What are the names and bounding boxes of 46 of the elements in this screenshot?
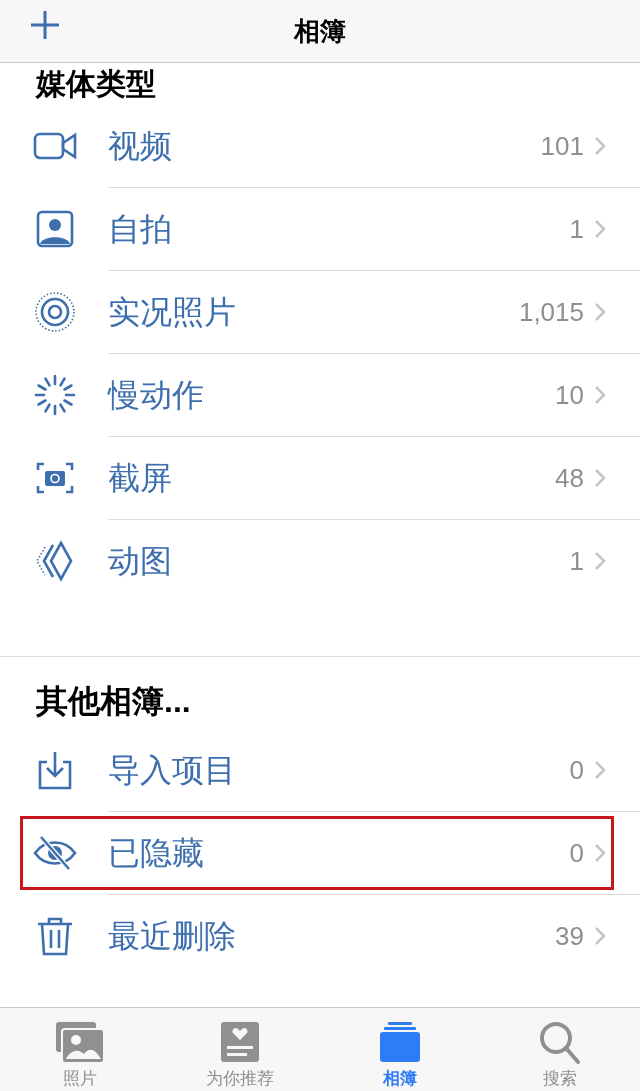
tab[interactable]: 为你推荐 [160,1008,320,1091]
tab[interactable]: 照片 [0,1008,160,1091]
album-row[interactable]: 最近删除 39 [32,895,640,977]
album-count: 0 [569,836,584,870]
album-label: 视频 [108,127,173,166]
chevron-icon [594,302,606,322]
album-count: 48 [555,461,584,495]
chevron-icon [594,468,606,488]
album-row[interactable]: 视频 101 [32,105,640,187]
chevron-icon [594,926,606,946]
album-row[interactable]: 自拍 1 [32,188,640,270]
album-row[interactable]: 截屏 48 [32,437,640,519]
album-label: 截屏 [108,459,173,498]
tab[interactable]: 搜索 [480,1008,640,1091]
section-header: 媒体类型 [36,67,156,101]
album-count: 101 [540,129,584,163]
chevron-icon [594,843,606,863]
chevron-icon [594,385,606,405]
album-label: 实况照片 [108,293,237,332]
album-row[interactable]: 已隐藏 0 [32,812,640,894]
album-label: 自拍 [108,210,173,249]
album-label: 动图 [108,542,173,581]
album-label: 已隐藏 [108,834,205,873]
album-label: 导入项目 [108,751,237,790]
screen-title: 相簿 [294,14,346,48]
album-row[interactable]: 慢动作 10 [32,354,640,436]
album-count: 0 [569,753,584,787]
add-icon[interactable] [30,10,60,40]
chevron-icon [594,551,606,571]
chevron-icon [594,760,606,780]
album-count: 1 [569,212,584,246]
album-count: 39 [555,919,584,953]
album-label: 慢动作 [108,376,205,415]
section-header: 其他相簿... [36,682,191,721]
concentric-circles-icon [33,290,77,334]
chevron-icon [594,136,606,156]
album-count: 1 [569,544,584,578]
album-count: 10 [555,378,584,412]
chevron-icon [594,219,606,239]
album-row[interactable]: 实况照片 1,015 [32,271,640,353]
album-row[interactable]: 导入项目 0 [32,729,640,811]
album-label: 最近删除 [108,917,237,956]
tab[interactable]: 相簿 [320,1008,480,1091]
dashed-burst-icon [33,373,77,417]
album-row[interactable]: 动图 1 [32,520,640,602]
album-count: 1,015 [518,295,584,329]
